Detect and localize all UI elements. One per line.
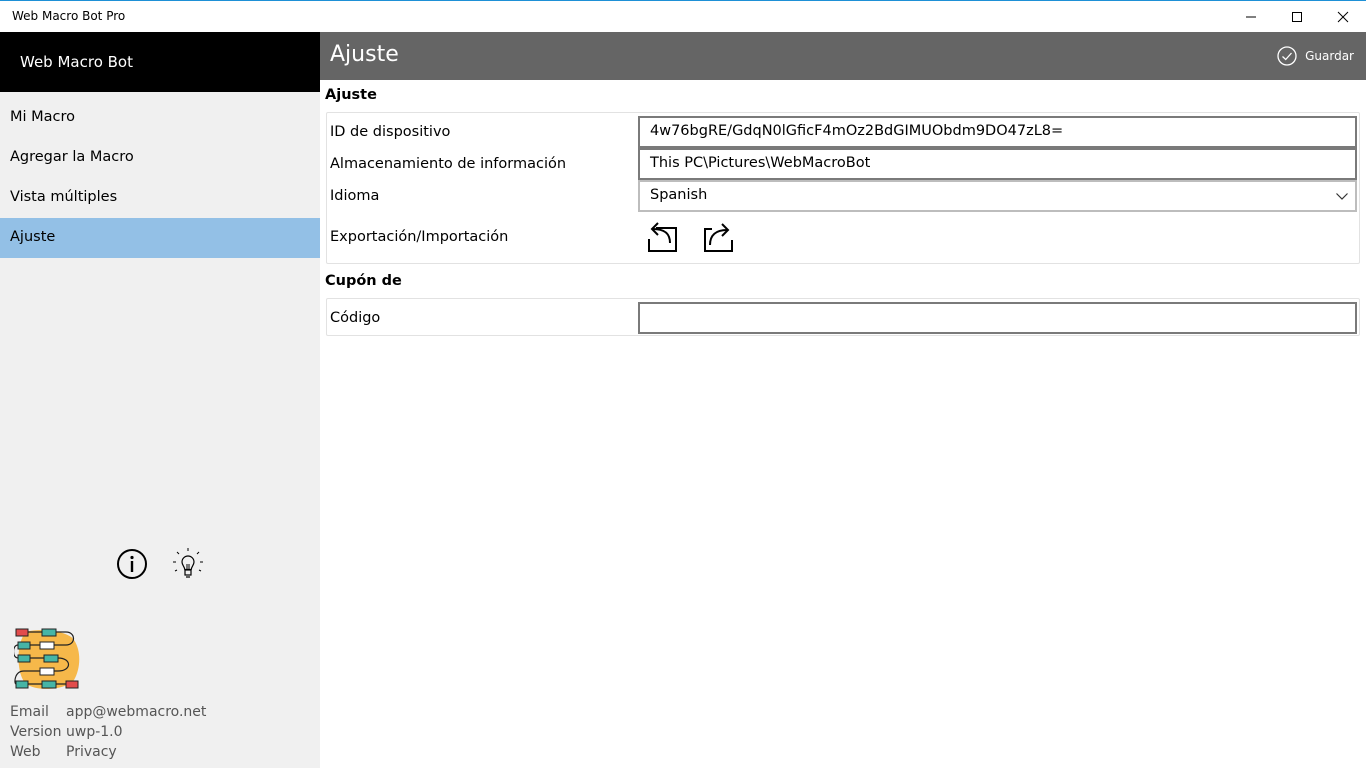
- sidebar-item-agregar-macro[interactable]: Agregar la Macro: [0, 138, 320, 178]
- settings-panel: ID de dispositivo 4w76bgRE/GdqN0lGficF4m…: [326, 112, 1360, 264]
- sidebar-item-mi-macro[interactable]: Mi Macro: [0, 98, 320, 138]
- sidebar: Web Macro Bot Mi Macro Agregar la Macro …: [0, 32, 320, 768]
- code-input[interactable]: [638, 302, 1357, 334]
- info-row-web: Web Privacy: [10, 744, 206, 764]
- code-label: Código: [330, 310, 381, 326]
- chevron-down-icon: [1336, 193, 1348, 200]
- device-id-label: ID de dispositivo: [330, 124, 451, 140]
- title-bar: Web Macro Bot Pro: [0, 0, 1366, 32]
- info-key: Web: [10, 744, 41, 760]
- sidebar-item-vista-multiples[interactable]: Vista múltiples: [0, 178, 320, 218]
- info-key: Version: [10, 724, 62, 740]
- checkmark-icon: [1277, 46, 1297, 66]
- app-info: Email app@webmacro.net Version uwp-1.0 W…: [10, 704, 206, 764]
- lightbulb-icon[interactable]: [171, 547, 205, 581]
- section-title-ajuste: Ajuste: [325, 87, 377, 103]
- maximize-button[interactable]: [1274, 1, 1320, 32]
- language-selected-value: Spanish: [650, 187, 708, 203]
- app-logo-icon: [14, 628, 80, 689]
- page-title: Ajuste: [330, 42, 399, 67]
- export-import-label: Exportación/Importación: [330, 229, 509, 245]
- close-icon: [1337, 11, 1349, 22]
- info-row-email: Email app@webmacro.net: [10, 704, 206, 724]
- save-button[interactable]: Guardar: [1277, 46, 1354, 66]
- close-button[interactable]: [1320, 1, 1366, 32]
- sidebar-nav: Mi Macro Agregar la Macro Vista múltiple…: [0, 98, 320, 258]
- import-icon[interactable]: [701, 219, 735, 253]
- sidebar-icon-row: [115, 547, 235, 583]
- section-title-cupon: Cupón de: [325, 273, 402, 289]
- save-label: Guardar: [1305, 49, 1354, 63]
- info-row-version: Version uwp-1.0: [10, 724, 206, 744]
- main-content: Ajuste Guardar Ajuste ID de dispositivo …: [320, 32, 1366, 768]
- coupon-panel: Código: [326, 298, 1360, 336]
- language-label: Idioma: [330, 188, 380, 204]
- sidebar-app-name: Web Macro Bot: [0, 32, 320, 92]
- info-icon[interactable]: [115, 547, 149, 581]
- email-link[interactable]: app@webmacro.net: [66, 704, 206, 724]
- window-title: Web Macro Bot Pro: [12, 9, 126, 23]
- page-header: Ajuste Guardar: [320, 32, 1366, 80]
- version-value: uwp-1.0: [66, 724, 123, 740]
- export-icon[interactable]: [645, 219, 679, 253]
- minimize-icon: [1246, 16, 1256, 17]
- device-id-field[interactable]: 4w76bgRE/GdqN0lGficF4mOz2BdGIMUObdm9DO47…: [638, 116, 1357, 148]
- language-select[interactable]: Spanish: [638, 180, 1357, 212]
- storage-field[interactable]: This PC\Pictures\WebMacroBot: [638, 148, 1357, 180]
- privacy-link[interactable]: Privacy: [66, 744, 117, 764]
- info-key: Email: [10, 704, 49, 720]
- minimize-button[interactable]: [1228, 1, 1274, 32]
- sidebar-item-ajuste[interactable]: Ajuste: [0, 218, 320, 258]
- maximize-icon: [1292, 11, 1302, 22]
- storage-label: Almacenamiento de información: [330, 156, 567, 172]
